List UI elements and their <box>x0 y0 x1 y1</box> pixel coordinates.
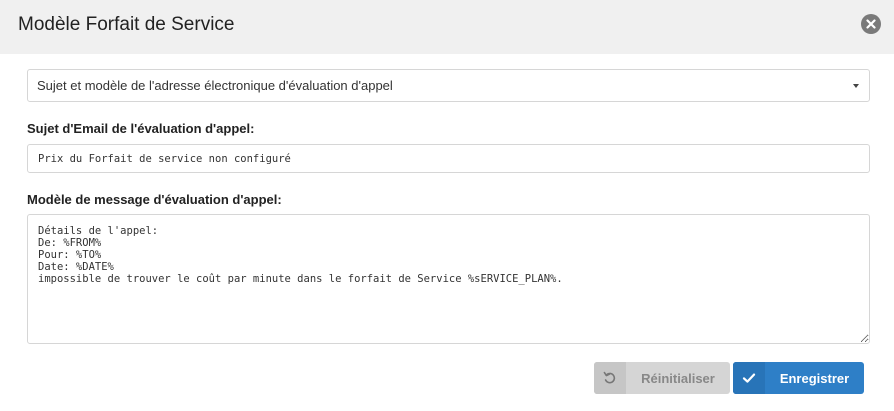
reset-button-label: Réinitialiser <box>641 371 715 386</box>
undo-icon <box>594 362 626 394</box>
modal-title: Modèle Forfait de Service <box>18 14 235 35</box>
template-select-value: Sujet et modèle de l'adresse électroniqu… <box>37 78 393 93</box>
reset-button[interactable]: Réinitialiser <box>594 362 730 394</box>
message-textarea[interactable]: Détails de l'appel: De: %FROM% Pour: %TO… <box>27 214 870 344</box>
close-icon <box>866 19 876 29</box>
message-label: Modèle de message d'évaluation d'appel: <box>27 192 282 207</box>
chevron-down-icon <box>853 84 859 88</box>
template-select[interactable]: Sujet et modèle de l'adresse électroniqu… <box>27 69 870 102</box>
close-button[interactable] <box>861 14 881 34</box>
subject-input[interactable] <box>27 144 870 173</box>
save-button-label: Enregistrer <box>779 371 850 386</box>
save-button[interactable]: Enregistrer <box>733 362 864 394</box>
subject-label: Sujet d'Email de l'évaluation d'appel: <box>27 121 255 136</box>
check-icon <box>733 362 765 394</box>
modal-header: Modèle Forfait de Service <box>0 0 894 54</box>
